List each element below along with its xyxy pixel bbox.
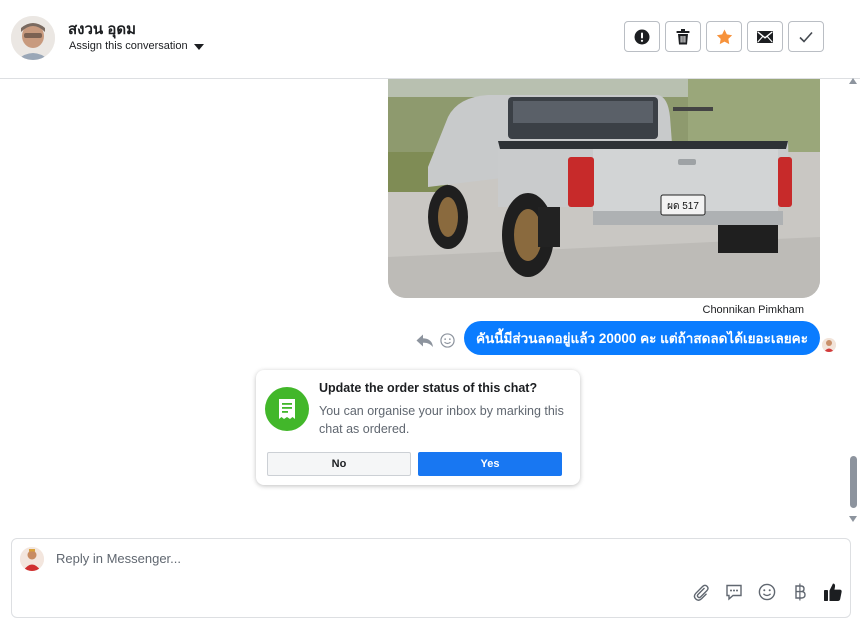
- scrollbar-thumb[interactable]: [850, 456, 857, 508]
- prompt-body: You can organise your inbox by marking t…: [319, 404, 564, 436]
- star-button[interactable]: [706, 21, 742, 52]
- delete-button[interactable]: [665, 21, 701, 52]
- sender-name: Chonnikan Pimkham: [702, 304, 805, 316]
- trash-icon: [676, 28, 690, 44]
- no-button[interactable]: No: [267, 452, 411, 476]
- conversation-header: สงวน อุดม Assign this conversation: [0, 0, 860, 79]
- message-tools: [416, 333, 455, 353]
- message-photo[interactable]: ผด 517: [388, 79, 820, 298]
- message-text: คันนี้มีส่วนลดอยู่แล้ว 20000 คะ แต่ถ้าสด…: [476, 331, 808, 346]
- comment-icon[interactable]: [723, 581, 744, 602]
- reply-composer: [11, 538, 851, 618]
- reply-input[interactable]: [56, 551, 556, 566]
- reply-icon[interactable]: [416, 334, 434, 353]
- checkmark-icon: [799, 31, 813, 43]
- prompt-title: Update the order status of this chat?: [319, 381, 538, 395]
- order-status-prompt: Update the order status of this chat? Yo…: [256, 370, 580, 485]
- receipt-icon: [265, 387, 309, 431]
- assign-conversation-dropdown[interactable]: Assign this conversation: [69, 40, 204, 52]
- mark-unread-button[interactable]: [747, 21, 783, 52]
- sender-avatar: [822, 338, 836, 352]
- paperclip-icon[interactable]: [690, 581, 711, 602]
- assign-label: Assign this conversation: [69, 40, 188, 52]
- contact-avatar[interactable]: [11, 16, 55, 60]
- mark-done-button[interactable]: [788, 21, 824, 52]
- contact-name[interactable]: สงวน อุดม: [68, 17, 136, 41]
- envelope-icon: [757, 30, 773, 43]
- emoji-icon[interactable]: [756, 581, 777, 602]
- star-icon: [716, 29, 732, 44]
- header-actions: [624, 21, 824, 52]
- message-thread[interactable]: ผด 517 Chonnikan Pimkham คันนี้มีส่วนลดอ…: [0, 79, 846, 531]
- yes-button[interactable]: Yes: [418, 452, 562, 476]
- exclamation-icon: [634, 29, 650, 44]
- react-emoji-icon[interactable]: [440, 333, 455, 353]
- composer-tools: [690, 581, 843, 602]
- thumbs-up-icon[interactable]: [822, 581, 843, 602]
- license-plate: ผด 517: [667, 201, 699, 212]
- page-avatar: [20, 547, 44, 571]
- mark-spam-button[interactable]: [624, 21, 660, 52]
- caret-down-icon: [193, 43, 204, 50]
- message-bubble[interactable]: คันนี้มีส่วนลดอยู่แล้ว 20000 คะ แต่ถ้าสด…: [464, 321, 820, 355]
- scroll-down-arrow[interactable]: [849, 516, 857, 522]
- scroll-up-arrow[interactable]: [849, 78, 857, 84]
- baht-icon[interactable]: [789, 581, 810, 602]
